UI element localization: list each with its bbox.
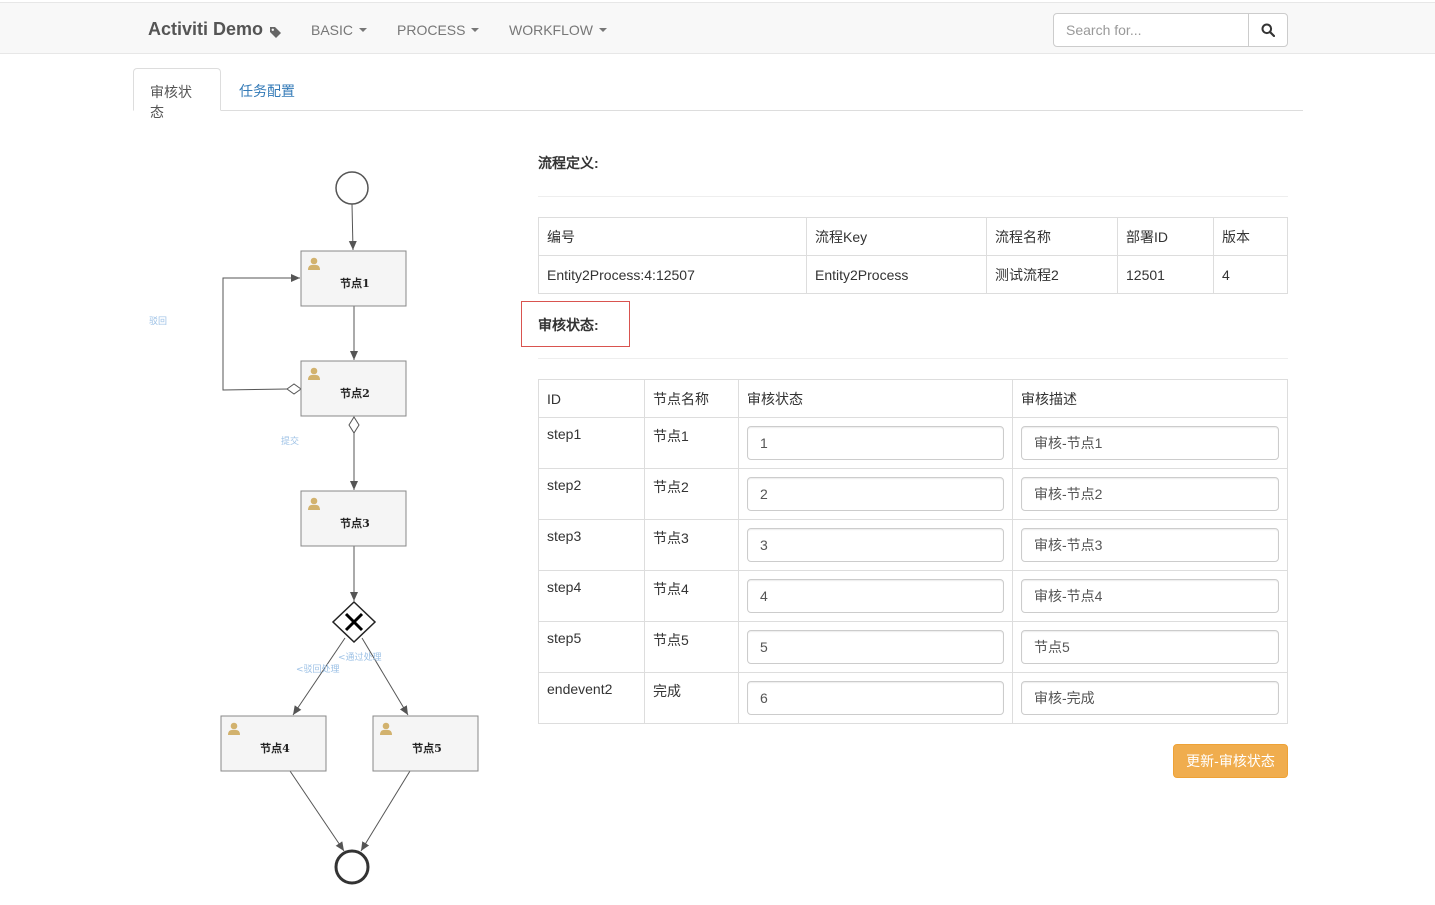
task-node-3[interactable]: 节点3 bbox=[300, 490, 407, 547]
column-header: 流程Key bbox=[806, 217, 987, 256]
task-node-label: 节点3 bbox=[340, 516, 370, 530]
task-node-1[interactable]: 节点1 bbox=[300, 250, 407, 307]
column-header: 审核描述 bbox=[1012, 379, 1288, 418]
step-id-cell: step1 bbox=[538, 417, 645, 469]
search-input[interactable] bbox=[1053, 13, 1249, 47]
nav-menu-process-label: PROCESS bbox=[397, 22, 466, 38]
column-header: 审核状态 bbox=[738, 379, 1013, 418]
table-cell: Entity2Process bbox=[806, 255, 987, 294]
nav-menu-basic-label: BASIC bbox=[311, 22, 354, 38]
audit-status-input[interactable] bbox=[747, 528, 1004, 562]
node-name-cell: 节点2 bbox=[644, 468, 739, 520]
caret-down-icon bbox=[599, 28, 607, 32]
step-id-cell: step4 bbox=[538, 570, 645, 622]
table-row: step3 节点3 bbox=[538, 519, 1288, 571]
table-cell: Entity2Process:4:12507 bbox=[538, 255, 807, 294]
audit-status-title: 审核状态: bbox=[538, 317, 599, 333]
flow-label-reject: 驳回 bbox=[149, 316, 167, 327]
table-row: Entity2Process:4:12507 Entity2Process 测试… bbox=[538, 255, 1288, 294]
update-audit-status-button[interactable]: 更新-审核状态 bbox=[1173, 744, 1288, 778]
tab-task-config[interactable]: 任务配置 bbox=[223, 68, 311, 111]
table-row: endevent2 完成 bbox=[538, 672, 1288, 724]
table-cell: 12501 bbox=[1117, 255, 1214, 294]
flow-gateway-to-node5 bbox=[361, 637, 409, 716]
table-header-row: 编号 流程Key 流程名称 部署ID 版本 bbox=[538, 217, 1288, 256]
audit-status-input[interactable] bbox=[747, 579, 1004, 613]
flow-label-right-branch: <通过处理 bbox=[338, 651, 382, 663]
reject-diamond bbox=[286, 383, 302, 395]
step-id-cell: endevent2 bbox=[538, 672, 645, 724]
nav-menu-workflow[interactable]: WORKFLOW bbox=[509, 22, 607, 38]
task-node-4[interactable]: 节点4 bbox=[220, 715, 327, 772]
search-icon bbox=[1261, 23, 1275, 37]
task-node-2[interactable]: 节点2 bbox=[300, 360, 407, 417]
column-header: 编号 bbox=[538, 217, 807, 256]
node-name-cell: 完成 bbox=[644, 672, 739, 724]
table-row: step5 节点5 bbox=[538, 621, 1288, 673]
flow-start-to-node1 bbox=[348, 203, 357, 251]
task-node-label: 节点5 bbox=[412, 741, 442, 755]
tab-audit-status[interactable]: 审核状态 bbox=[133, 68, 221, 120]
process-diagram: 驳回 提交 <驳回处理 <通过处理 节点1 节点2 节点3 节点4 节点5 bbox=[149, 171, 479, 885]
definition-table: 编号 流程Key 流程名称 部署ID 版本 Entity2Process:4:1… bbox=[538, 217, 1288, 294]
task-node-label: 节点2 bbox=[340, 386, 370, 400]
table-cell: 测试流程2 bbox=[986, 255, 1118, 294]
step-id-cell: step3 bbox=[538, 519, 645, 571]
caret-down-icon bbox=[471, 28, 480, 32]
divider bbox=[538, 196, 1288, 197]
audit-desc-input[interactable] bbox=[1021, 681, 1279, 715]
column-header: 流程名称 bbox=[986, 217, 1118, 256]
column-header: ID bbox=[538, 379, 645, 418]
flow-gateway-to-node4 bbox=[292, 637, 346, 716]
task-node-5[interactable]: 节点5 bbox=[372, 715, 479, 772]
column-header: 版本 bbox=[1213, 217, 1288, 256]
node-name-cell: 节点1 bbox=[644, 417, 739, 469]
audit-status-table: ID 节点名称 审核状态 审核描述 step1 节点1 step2 节点2 st… bbox=[538, 379, 1288, 724]
brand-title[interactable]: Activiti Demo bbox=[148, 19, 263, 40]
audit-desc-input[interactable] bbox=[1021, 528, 1279, 562]
table-row: step4 节点4 bbox=[538, 570, 1288, 622]
submit-diamond bbox=[348, 416, 360, 434]
tab-bar: 审核状态 任务配置 bbox=[133, 68, 1303, 120]
brand[interactable]: Activiti Demo bbox=[148, 19, 282, 40]
end-event bbox=[334, 849, 370, 885]
nav-menu-process[interactable]: PROCESS bbox=[397, 22, 480, 38]
nav-menu-basic[interactable]: BASIC bbox=[311, 22, 368, 38]
caret-down-icon bbox=[359, 28, 368, 32]
audit-status-input[interactable] bbox=[747, 477, 1004, 511]
step-id-cell: step5 bbox=[538, 621, 645, 673]
table-row: step1 节点1 bbox=[538, 417, 1288, 469]
column-header: 节点名称 bbox=[644, 379, 739, 418]
step-id-cell: step2 bbox=[538, 468, 645, 520]
audit-desc-input[interactable] bbox=[1021, 630, 1279, 664]
table-cell: 4 bbox=[1213, 255, 1288, 294]
audit-desc-input[interactable] bbox=[1021, 426, 1279, 460]
task-node-label: 节点4 bbox=[260, 741, 290, 755]
navbar: Activiti Demo BASIC PROCESS WORKFLOW bbox=[0, 2, 1435, 54]
audit-status-input[interactable] bbox=[747, 630, 1004, 664]
table-header-row: ID 节点名称 审核状态 审核描述 bbox=[538, 379, 1288, 418]
flow-node4-to-end bbox=[289, 770, 345, 852]
divider bbox=[538, 358, 1288, 359]
audit-desc-input[interactable] bbox=[1021, 477, 1279, 511]
table-row: step2 节点2 bbox=[538, 468, 1288, 520]
tag-icon bbox=[269, 23, 282, 38]
flow-node5-to-end bbox=[360, 770, 411, 852]
node-name-cell: 节点5 bbox=[644, 621, 739, 673]
start-event bbox=[335, 171, 369, 205]
flow-label-left-branch: <驳回处理 bbox=[296, 663, 340, 675]
search-button[interactable] bbox=[1248, 13, 1288, 47]
flow-label-submit: 提交 bbox=[281, 435, 299, 447]
definition-title: 流程定义: bbox=[538, 155, 599, 171]
exclusive-gateway bbox=[331, 600, 377, 644]
node-name-cell: 节点4 bbox=[644, 570, 739, 622]
nav-menu-workflow-label: WORKFLOW bbox=[509, 22, 593, 38]
task-node-label: 节点1 bbox=[340, 276, 370, 290]
audit-desc-input[interactable] bbox=[1021, 579, 1279, 613]
flow-reject bbox=[222, 274, 300, 391]
node-name-cell: 节点3 bbox=[644, 519, 739, 571]
audit-status-input[interactable] bbox=[747, 681, 1004, 715]
audit-status-input[interactable] bbox=[747, 426, 1004, 460]
column-header: 部署ID bbox=[1117, 217, 1214, 256]
